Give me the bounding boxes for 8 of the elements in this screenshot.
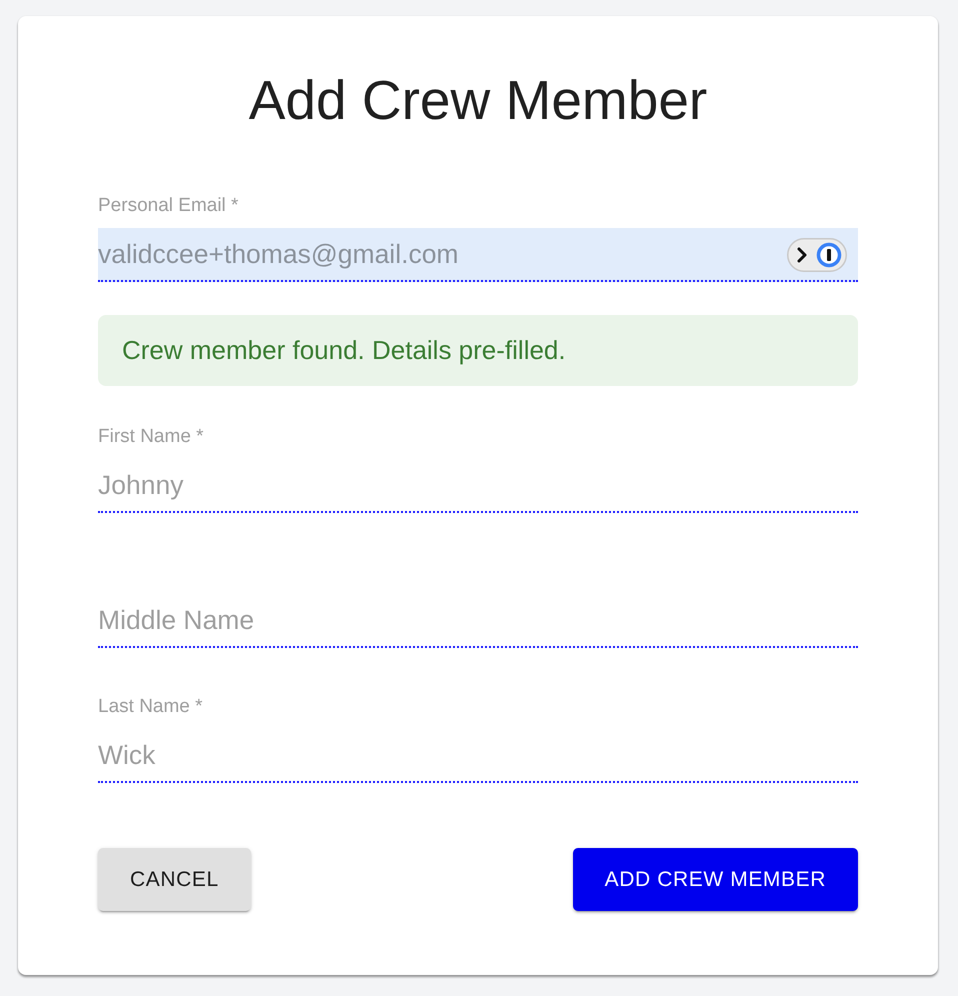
dialog-title: Add Crew Member [248, 72, 708, 128]
field-label: Personal Email * [98, 195, 238, 217]
field-label: First Name * [98, 426, 204, 448]
submit-button[interactable]: ADD CREW MEMBER [572, 848, 858, 911]
field-label: Last Name * [98, 696, 203, 718]
cancel-button[interactable]: CANCEL [98, 848, 251, 911]
success-message: Crew member found. Details pre-filled. [98, 315, 858, 386]
chevron-ring-icon[interactable] [787, 238, 847, 272]
